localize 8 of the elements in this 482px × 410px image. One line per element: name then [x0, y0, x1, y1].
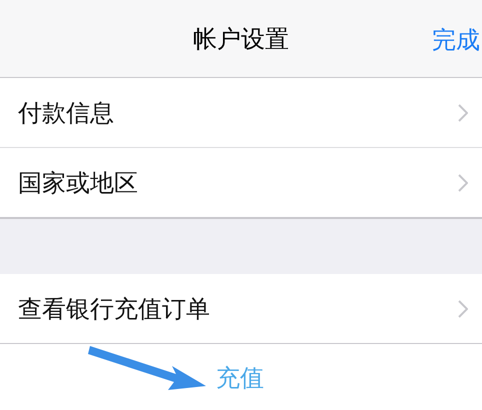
settings-row[interactable]: 国家或地区	[0, 148, 482, 217]
settings-row[interactable]: 付款信息	[0, 78, 482, 148]
chevron-icon	[458, 300, 468, 318]
nav-title: 帐户设置	[193, 24, 289, 54]
settings-row[interactable]: 查看银行充值订单	[0, 274, 482, 343]
chevron-icon	[458, 104, 468, 122]
chevron-icon	[458, 174, 468, 192]
done-button[interactable]: 完成	[432, 24, 480, 56]
